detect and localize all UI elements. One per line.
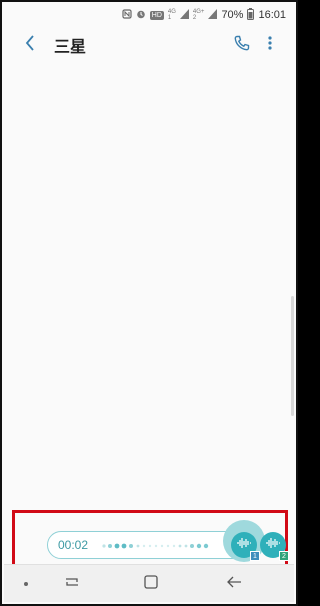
voice-message-1-button[interactable]: 1	[231, 532, 260, 561]
hd-icon: HD	[149, 10, 164, 20]
scrollbar[interactable]	[291, 296, 294, 416]
voice-message-2-badge: 2	[279, 551, 289, 561]
network-1-label: 4G 1	[167, 9, 176, 21]
back-button[interactable]	[16, 26, 44, 64]
phone-icon	[234, 35, 250, 56]
recents-button[interactable]	[52, 565, 92, 603]
call-button[interactable]	[228, 26, 256, 64]
clock: 16:01	[258, 9, 286, 21]
status-bar: HD 4G 1 4G+ 2 70% 16:01	[4, 4, 294, 26]
home-icon	[144, 574, 158, 594]
page-title: 三星	[54, 39, 87, 56]
more-options-button[interactable]	[256, 26, 284, 64]
message-list[interactable]	[4, 64, 294, 564]
home-button[interactable]	[131, 565, 171, 603]
system-nav-bar	[4, 564, 294, 602]
app-bar: 三星	[4, 26, 294, 64]
back-arrow-icon	[226, 575, 242, 593]
screen: HD 4G 1 4G+ 2 70% 16:01 三星 00:02 1 2	[0, 0, 298, 606]
recents-icon	[64, 575, 80, 594]
signal-4g-1-icon	[179, 8, 189, 22]
battery-percent: 70%	[221, 9, 244, 21]
nav-indicator-dot	[24, 581, 28, 586]
chevron-left-icon	[25, 34, 35, 56]
waveform-dots	[102, 543, 209, 549]
voice-message-1-badge: 1	[250, 551, 260, 561]
recording-timer: 00:02	[58, 538, 89, 552]
battery-icon	[247, 7, 255, 23]
network-2-label: 4G+ 2	[192, 9, 205, 21]
more-vertical-icon	[268, 35, 272, 55]
signal-4g-2-icon	[208, 8, 218, 22]
alarm-icon	[136, 9, 146, 22]
nav-back-button[interactable]	[214, 565, 254, 603]
nfc-icon	[122, 8, 132, 22]
voice-message-2-button[interactable]: 2	[260, 532, 289, 561]
